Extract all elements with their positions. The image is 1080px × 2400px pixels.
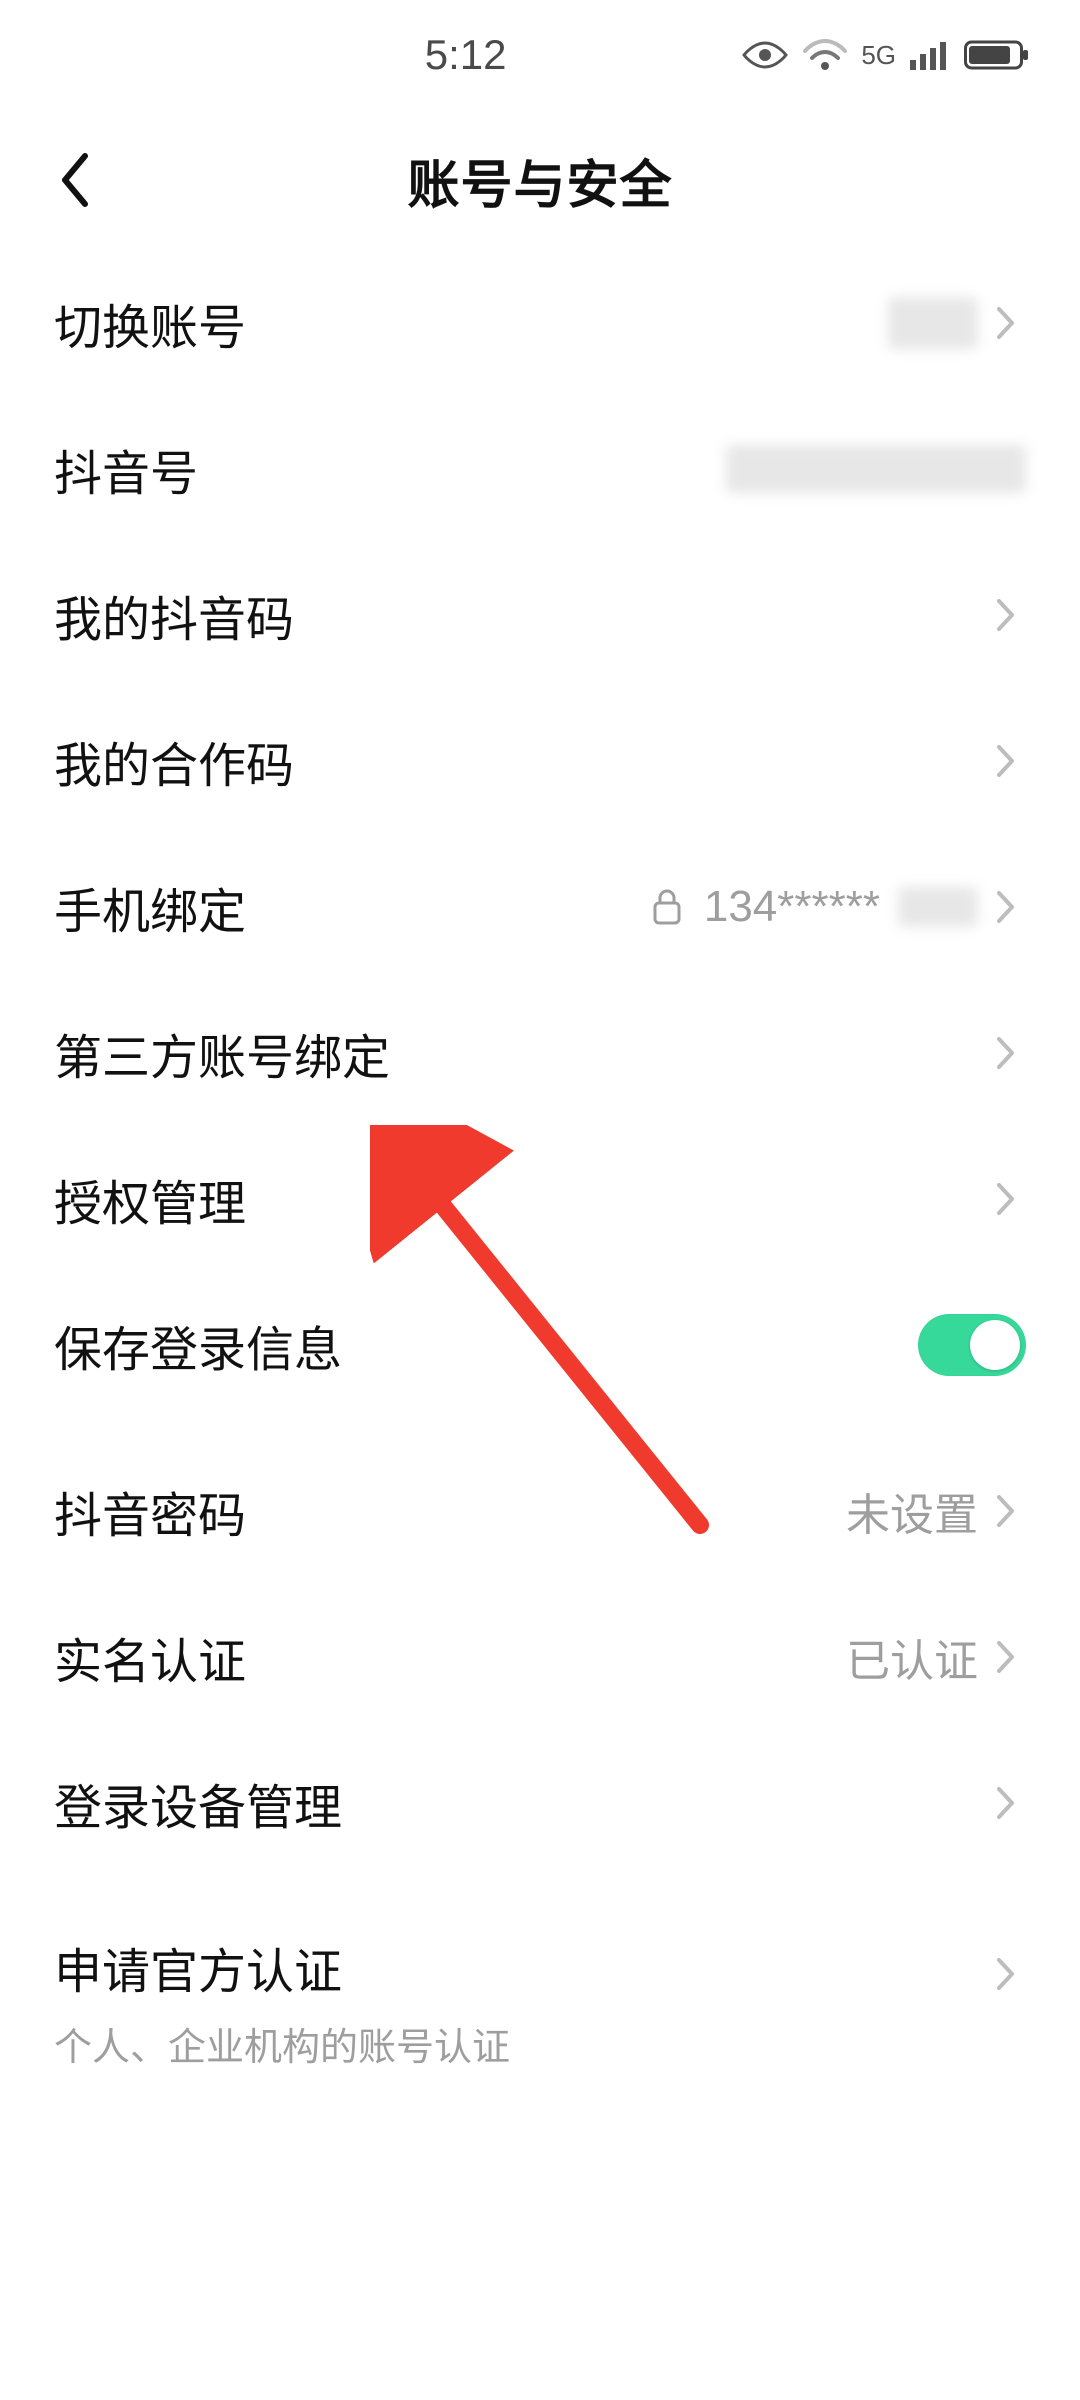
chevron-right-icon (996, 1633, 1026, 1681)
battery-icon (964, 39, 1030, 71)
row-subtitle: 个人、企业机构的账号认证 (54, 2016, 1026, 2071)
row-real-name-verification[interactable]: 实名认证 已认证 (0, 1584, 1080, 1730)
lock-icon (650, 887, 684, 927)
row-official-certification[interactable]: 申请官方认证 个人、企业机构的账号认证 (0, 1896, 1080, 2107)
network-label: 5G (861, 40, 896, 71)
row-phone-binding[interactable]: 手机绑定 134****** (0, 834, 1080, 980)
page-title: 账号与安全 (0, 143, 1080, 218)
row-douyin-id[interactable]: 抖音号 (0, 396, 1080, 542)
row-douyin-password[interactable]: 抖音密码 未设置 (0, 1438, 1080, 1584)
signal-icon (910, 40, 950, 70)
chevron-right-icon (996, 1779, 1026, 1827)
row-label: 我的合作码 (54, 726, 294, 796)
chevron-right-icon (996, 1950, 1026, 1998)
row-cooperation-code[interactable]: 我的合作码 (0, 688, 1080, 834)
row-value: 134****** (704, 882, 880, 932)
settings-list: 切换账号 抖音号 我的抖音码 我的合作码 手机绑定 (0, 250, 1080, 2107)
row-label: 抖音密码 (54, 1476, 246, 1546)
row-switch-account[interactable]: 切换账号 (0, 250, 1080, 396)
row-label: 手机绑定 (54, 872, 246, 942)
row-label: 切换账号 (54, 288, 246, 358)
chevron-left-icon (57, 152, 91, 208)
row-save-login-info[interactable]: 保存登录信息 (0, 1272, 1080, 1418)
chevron-right-icon (996, 1029, 1026, 1077)
chevron-right-icon (996, 1175, 1026, 1223)
chevron-right-icon (996, 1487, 1026, 1535)
chevron-right-icon (996, 737, 1026, 785)
status-bar: 5:12 5G (0, 0, 1080, 110)
row-label: 第三方账号绑定 (54, 1018, 390, 1088)
chevron-right-icon (996, 883, 1026, 931)
row-label: 授权管理 (54, 1164, 246, 1234)
status-time: 5:12 (190, 31, 741, 79)
row-authorization-management[interactable]: 授权管理 (0, 1126, 1080, 1272)
wifi-icon (803, 39, 847, 71)
toggle-switch[interactable] (918, 1314, 1026, 1376)
row-value: 未设置 (846, 1479, 978, 1543)
censored-value (888, 297, 978, 349)
row-label: 申请官方认证 (54, 1932, 1026, 2002)
row-value: 已认证 (846, 1625, 978, 1689)
row-label: 抖音号 (54, 434, 198, 504)
row-my-qr-code[interactable]: 我的抖音码 (0, 542, 1080, 688)
censored-value (726, 445, 1026, 493)
status-icons: 5G (741, 39, 1030, 71)
row-label: 登录设备管理 (54, 1768, 342, 1838)
row-label: 实名认证 (54, 1622, 246, 1692)
row-label: 我的抖音码 (54, 580, 294, 650)
eye-icon (741, 40, 789, 70)
row-label: 保存登录信息 (54, 1310, 342, 1380)
chevron-right-icon (996, 591, 1026, 639)
row-login-device-management[interactable]: 登录设备管理 (0, 1730, 1080, 1876)
censored-value (898, 887, 978, 927)
back-button[interactable] (44, 150, 104, 210)
row-third-party-binding[interactable]: 第三方账号绑定 (0, 980, 1080, 1126)
header: 账号与安全 (0, 110, 1080, 250)
chevron-right-icon (996, 299, 1026, 347)
